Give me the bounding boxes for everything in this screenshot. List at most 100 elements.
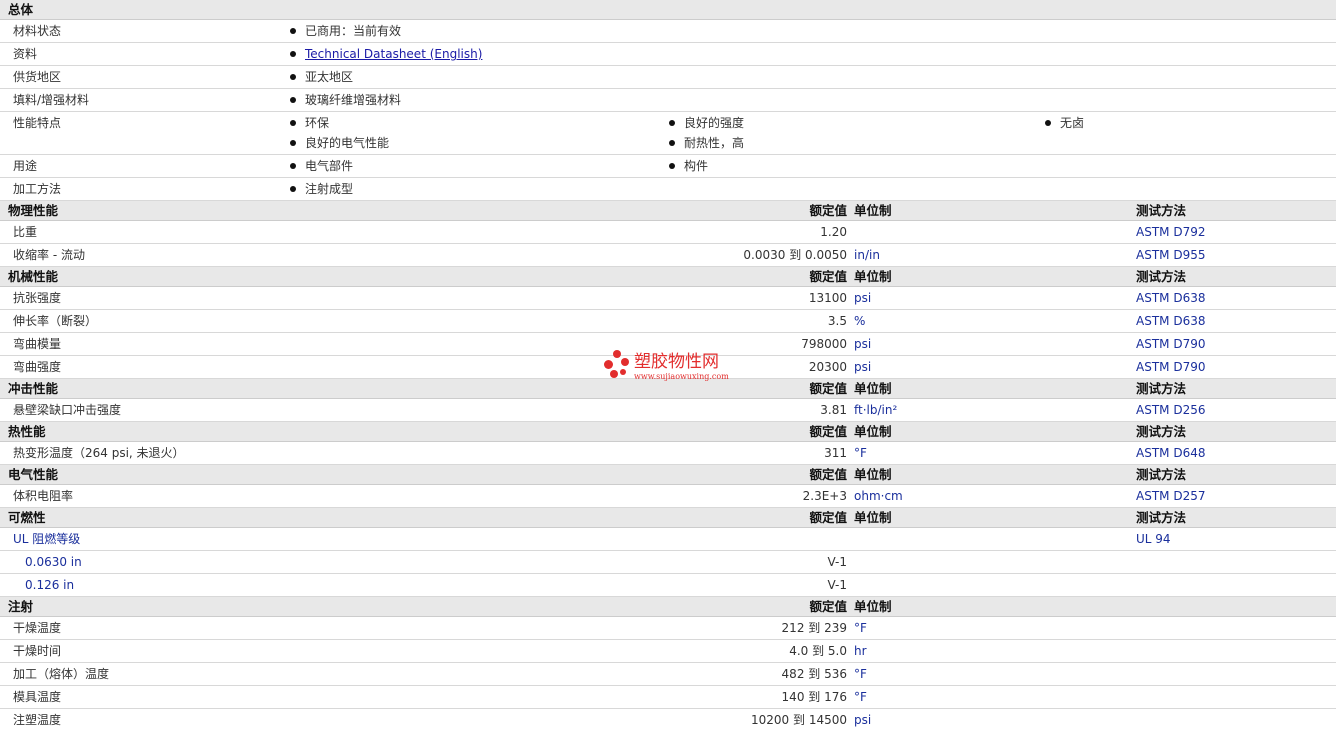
property-value: 798000 bbox=[801, 337, 847, 351]
column-test-header: 测试方法 bbox=[1136, 510, 1187, 525]
column-unit-header: 单位制 bbox=[854, 203, 892, 218]
property-label: 模具温度 bbox=[13, 690, 62, 704]
property-label: 抗张强度 bbox=[13, 291, 62, 305]
section-header: 热性能 额定值 单位制 测试方法 bbox=[0, 422, 1336, 442]
property-label: UL 阻燃等级 bbox=[13, 532, 81, 546]
column-value-header: 额定值 bbox=[809, 510, 847, 525]
bullet-item: 已商用：当前有效 bbox=[290, 21, 401, 41]
property-test-method: ASTM D792 bbox=[1136, 225, 1206, 239]
section-title: 可燃性 bbox=[8, 510, 46, 525]
property-test-method: ASTM D257 bbox=[1136, 489, 1206, 503]
property-value: 1.20 bbox=[820, 225, 847, 239]
section-header: 注射 额定值 单位制 bbox=[0, 597, 1336, 617]
property-row: 比重 1.20 ASTM D792 bbox=[0, 221, 1336, 244]
property-unit: °F bbox=[854, 690, 867, 704]
property-value: 3.5 bbox=[827, 314, 847, 328]
property-label: 收缩率 - 流动 bbox=[13, 248, 85, 262]
property-unit: °F bbox=[854, 667, 867, 681]
column-test-header: 测试方法 bbox=[1136, 424, 1187, 439]
bullet-item: Technical Datasheet (English) bbox=[290, 44, 482, 64]
property-value: 13100 bbox=[808, 291, 847, 305]
section-header: 机械性能 额定值 单位制 测试方法 bbox=[0, 267, 1336, 287]
property-row: 0.126 in V-1 bbox=[0, 574, 1336, 597]
property-row: 悬壁梁缺口冲击强度 3.81 ft·lb/in² ASTM D256 bbox=[0, 399, 1336, 422]
property-row: 模具温度 140 到 176 °F bbox=[0, 686, 1336, 709]
property-row: 伸长率（断裂） 3.5% ASTM D638 bbox=[0, 310, 1336, 333]
property-label: 0.0630 in bbox=[25, 555, 82, 569]
property-test-method: ASTM D648 bbox=[1136, 446, 1206, 460]
property-label: 比重 bbox=[13, 225, 38, 239]
property-value: 140 到 176 bbox=[781, 690, 847, 704]
property-unit: psi bbox=[854, 337, 872, 351]
column-test-header: 测试方法 bbox=[1136, 203, 1187, 218]
row-label: 材料状态 bbox=[13, 24, 62, 38]
column-test-header: 测试方法 bbox=[1136, 467, 1187, 482]
property-test-method: ASTM D790 bbox=[1136, 337, 1206, 351]
row-label: 供货地区 bbox=[13, 70, 62, 84]
property-label: 热变形温度（264 psi, 未退火） bbox=[13, 446, 185, 460]
column-unit-header: 单位制 bbox=[854, 381, 892, 396]
bullet-item: 玻璃纤维增强材料 bbox=[290, 90, 401, 110]
datasheet-link[interactable]: Technical Datasheet (English) bbox=[305, 47, 482, 61]
column-unit-header: 单位制 bbox=[854, 599, 892, 614]
column-unit-header: 单位制 bbox=[854, 269, 892, 284]
bullet-item: 电气部件 bbox=[290, 156, 353, 176]
column-value-header: 额定值 bbox=[809, 467, 847, 482]
general-row: 资料 Technical Datasheet (English) bbox=[0, 43, 1336, 66]
property-row: 干燥温度 212 到 239 °F bbox=[0, 617, 1336, 640]
section-title: 物理性能 bbox=[8, 203, 59, 218]
watermark-title: 塑胶物性网 bbox=[634, 352, 719, 372]
watermark-dots-icon bbox=[604, 350, 630, 380]
property-row: 干燥时间 4.0 到 5.0 hr bbox=[0, 640, 1336, 663]
row-label: 性能特点 bbox=[13, 116, 62, 130]
property-test-method: ASTM D256 bbox=[1136, 403, 1206, 417]
general-row: 加工方法 注射成型 bbox=[0, 178, 1336, 201]
property-label: 注塑温度 bbox=[13, 713, 62, 727]
property-value: V-1 bbox=[827, 555, 847, 569]
property-unit: psi bbox=[854, 713, 872, 727]
property-label: 伸长率（断裂） bbox=[13, 314, 98, 328]
bullet-item: 环保 bbox=[290, 113, 329, 133]
column-test-header: 测试方法 bbox=[1136, 269, 1187, 284]
property-row: 加工（熔体）温度 482 到 536 °F bbox=[0, 663, 1336, 686]
section-header-general: 总体 bbox=[0, 0, 1336, 20]
property-label: 弯曲强度 bbox=[13, 360, 62, 374]
column-unit-header: 单位制 bbox=[854, 510, 892, 525]
section-title: 注射 bbox=[8, 599, 34, 614]
property-value: 212 到 239 bbox=[781, 621, 847, 635]
property-unit: psi bbox=[854, 360, 872, 374]
section-title: 热性能 bbox=[8, 424, 46, 439]
column-value-header: 额定值 bbox=[809, 381, 847, 396]
property-label: 0.126 in bbox=[25, 578, 75, 592]
bullet-item: 无卤 bbox=[1045, 113, 1084, 133]
bullet-item: 良好的电气性能 bbox=[290, 133, 389, 153]
column-value-header: 额定值 bbox=[809, 599, 847, 614]
section-title: 电气性能 bbox=[8, 467, 59, 482]
property-label: 干燥温度 bbox=[13, 621, 62, 635]
property-row: UL 阻燃等级 UL 94 bbox=[0, 528, 1336, 551]
section-header: 电气性能 额定值 单位制 测试方法 bbox=[0, 465, 1336, 485]
section-title: 冲击性能 bbox=[8, 381, 59, 396]
bullet-item: 良好的强度 bbox=[669, 113, 744, 133]
property-value: V-1 bbox=[827, 578, 847, 592]
property-value: 0.0030 到 0.0050 bbox=[743, 248, 847, 262]
property-unit: °F bbox=[854, 621, 867, 635]
section-header: 可燃性 额定值 单位制 测试方法 bbox=[0, 508, 1336, 528]
section-header: 物理性能 额定值 单位制 测试方法 bbox=[0, 201, 1336, 221]
property-label: 体积电阻率 bbox=[13, 489, 74, 503]
property-label: 加工（熔体）温度 bbox=[13, 667, 110, 681]
bullet-item: 亚太地区 bbox=[290, 67, 353, 87]
property-test-method: ASTM D955 bbox=[1136, 248, 1206, 262]
property-row: 抗张强度 13100 psi ASTM D638 bbox=[0, 287, 1336, 310]
property-unit: hr bbox=[854, 644, 867, 658]
column-value-header: 额定值 bbox=[809, 269, 847, 284]
column-unit-header: 单位制 bbox=[854, 467, 892, 482]
property-value: 2.3E+3 bbox=[802, 489, 847, 503]
property-unit: in/in bbox=[854, 248, 880, 262]
property-test-method: ASTM D790 bbox=[1136, 360, 1206, 374]
section-title: 总体 bbox=[8, 2, 34, 17]
property-unit: °F bbox=[854, 446, 867, 460]
property-unit: psi bbox=[854, 291, 872, 305]
watermark-logo: 塑胶物性网 www.sujiaowuxing.com bbox=[604, 350, 744, 386]
property-label: 干燥时间 bbox=[13, 644, 62, 658]
